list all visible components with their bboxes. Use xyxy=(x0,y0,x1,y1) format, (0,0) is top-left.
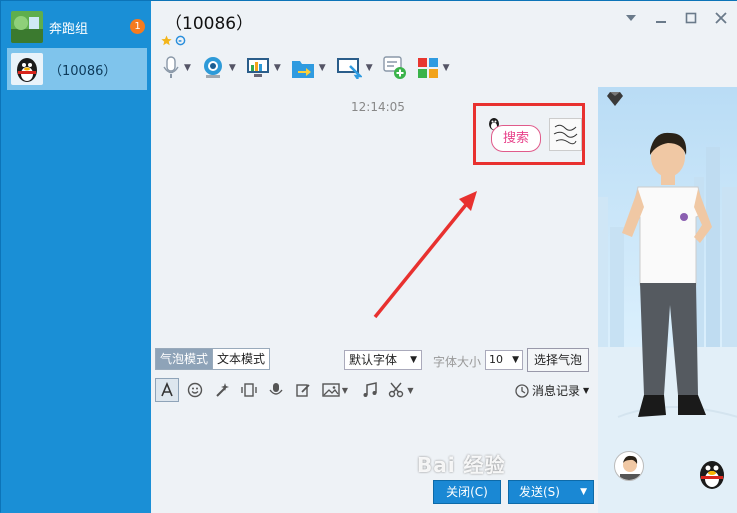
link-icon[interactable] xyxy=(175,35,186,49)
title-status-icons xyxy=(161,35,186,49)
highlight-annotation-box xyxy=(473,103,585,165)
send-button-label: 发送(S) xyxy=(519,485,560,499)
message-input[interactable] xyxy=(151,405,598,477)
voice-call-button[interactable]: ▼ xyxy=(159,53,194,83)
image-icon[interactable]: ▼ xyxy=(318,378,352,402)
group-avatar xyxy=(11,11,43,43)
send-file-button[interactable]: ▼ xyxy=(288,53,329,83)
message-history-label: 消息记录 xyxy=(532,384,581,398)
text-mode-button[interactable]: 文本模式 xyxy=(212,348,271,370)
contact-label-10086: （10086） xyxy=(49,63,117,79)
chevron-down-icon: ▼ xyxy=(341,385,349,395)
chevron-down-icon[interactable]: ▼ xyxy=(366,63,373,73)
star-icon[interactable] xyxy=(161,35,172,49)
apps-button[interactable]: ▼ xyxy=(414,53,453,83)
magic-wand-icon[interactable] xyxy=(210,378,234,402)
apps-grid-icon xyxy=(417,58,438,78)
input-mode-row: 气泡模式 文本模式 默认字体 ▼ 字体大小 10 ▼ 选择气泡 xyxy=(155,348,595,372)
webcam-icon xyxy=(203,57,222,78)
baidu-jingyan-watermark: Bai 经验 xyxy=(417,453,506,477)
qq-penguin-avatar xyxy=(11,53,43,85)
message-history-button[interactable]: 消息记录 ▼ xyxy=(515,382,589,399)
chevron-down-icon: ▼ xyxy=(410,355,417,365)
window-shake-icon[interactable] xyxy=(237,378,261,402)
show-character-figure xyxy=(622,132,712,417)
avatar-show-panel xyxy=(598,87,737,513)
close-button[interactable]: 关闭(C) xyxy=(433,480,501,504)
chat-toolbar: ▼ ▼ ▼ ▼ ▼ ▼ xyxy=(159,53,453,83)
qq-chat-window: 奔跑组 1 （10086） （10086） ▼ ▼ ▼ ▼ ▼ ▼ 12:14:… xyxy=(0,0,737,513)
close-icon[interactable] xyxy=(714,11,728,25)
font-family-value: 默认字体 xyxy=(349,353,398,367)
diamond-icon xyxy=(606,91,623,110)
chevron-down-icon[interactable]: ▼ xyxy=(274,63,281,73)
font-size-select[interactable]: 10 ▼ xyxy=(485,350,523,370)
message-area: 12:14:05 搜索 xyxy=(151,87,598,343)
chevron-down-icon[interactable]: ▼ xyxy=(229,63,236,73)
contact-sidebar: 奔跑组 1 （10086） xyxy=(1,1,151,513)
chevron-down-icon[interactable]: ▼ xyxy=(319,63,326,73)
font-size-value: 10 xyxy=(489,353,503,366)
input-tools-row: ▼ ▼ 消息记录 ▼ xyxy=(155,378,595,402)
chat-plus-icon xyxy=(382,56,406,79)
dropdown-menu-icon[interactable] xyxy=(624,11,638,25)
screen-share-button[interactable]: ▼ xyxy=(333,53,376,83)
maximize-icon[interactable] xyxy=(684,11,698,25)
new-discussion-button[interactable] xyxy=(380,53,410,83)
chevron-down-icon: ▼ xyxy=(512,355,519,365)
folder-arrow-icon xyxy=(291,61,314,78)
font-family-select[interactable]: 默认字体 ▼ xyxy=(344,350,422,370)
user-avatar-small xyxy=(614,451,644,481)
contact-item-10086[interactable]: （10086） xyxy=(7,48,147,90)
qq-penguin-logo xyxy=(694,455,730,494)
send-button[interactable]: 发送(S) ▼ xyxy=(508,480,594,504)
font-size-label: 字体大小 xyxy=(433,355,482,369)
chevron-down-icon[interactable]: ▼ xyxy=(184,63,191,73)
scissors-icon[interactable]: ▼ xyxy=(385,378,417,402)
video-call-button[interactable]: ▼ xyxy=(198,53,239,83)
select-bubble-button[interactable]: 选择气泡 xyxy=(527,348,589,372)
chevron-down-icon[interactable]: ▼ xyxy=(443,63,450,73)
edit-note-icon[interactable] xyxy=(291,378,315,402)
message-timestamp: 12:14:05 xyxy=(351,100,405,114)
microphone-icon xyxy=(163,56,179,78)
remote-desktop-button[interactable]: ▼ xyxy=(243,53,284,83)
music-icon[interactable] xyxy=(358,378,382,402)
chevron-down-icon[interactable]: ▼ xyxy=(580,481,587,503)
chevron-down-icon: ▼ xyxy=(583,386,590,395)
bubble-mode-button[interactable]: 气泡模式 xyxy=(155,348,214,370)
monitor-chart-icon xyxy=(246,58,269,77)
unread-badge: 1 xyxy=(130,19,145,34)
voice-message-icon[interactable] xyxy=(264,378,288,402)
chevron-down-icon: ▼ xyxy=(407,385,414,395)
clock-icon xyxy=(515,383,529,398)
font-format-icon[interactable] xyxy=(155,378,179,402)
emoji-icon[interactable] xyxy=(183,378,207,402)
minimize-icon[interactable] xyxy=(654,11,668,25)
annotation-arrow xyxy=(373,191,477,319)
chat-main: （10086） ▼ ▼ ▼ ▼ ▼ ▼ 12:14:05 搜索 气泡模式 文本模… xyxy=(151,1,737,513)
chat-title: （10086） xyxy=(165,14,254,34)
titlebar: （10086） xyxy=(151,1,737,51)
screen-share-icon xyxy=(336,58,362,79)
contact-label-group: 奔跑组 xyxy=(49,21,89,37)
contact-item-group[interactable]: 奔跑组 1 xyxy=(7,6,147,48)
window-controls xyxy=(624,11,728,25)
